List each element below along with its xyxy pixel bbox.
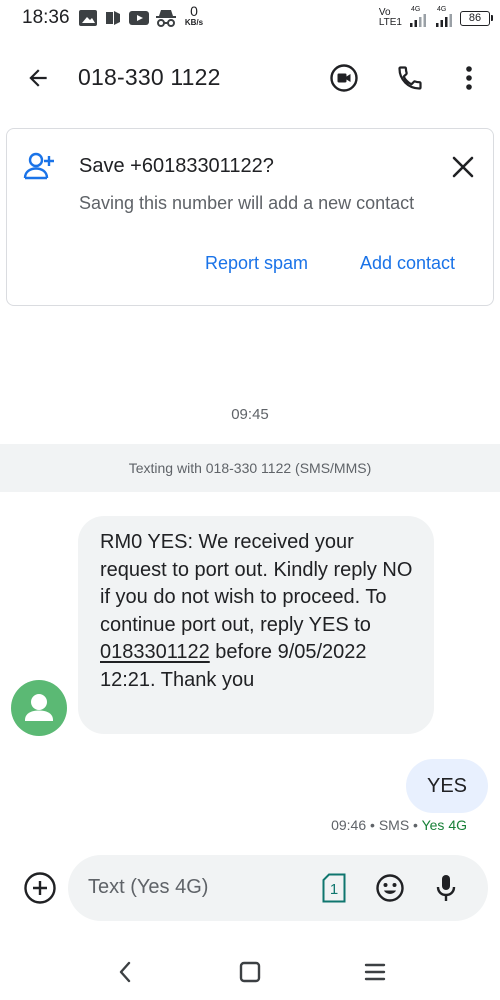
signal1-network-label: 4G bbox=[411, 6, 421, 13]
status-separator-2: • bbox=[409, 817, 422, 833]
save-contact-card: Save +60183301122? Saving this number wi… bbox=[6, 128, 494, 306]
network-speed-unit: KB/s bbox=[184, 18, 204, 27]
person-avatar-icon bbox=[25, 694, 53, 721]
signal2-network-label: 4G bbox=[437, 6, 447, 13]
outgoing-message-time: 09:46 bbox=[331, 817, 367, 833]
incognito-notification-icon bbox=[156, 10, 176, 27]
incoming-message-bubble[interactable]: RM0 YES: We received your request to por… bbox=[78, 516, 434, 734]
add-person-icon bbox=[23, 151, 57, 181]
outgoing-message-type: SMS bbox=[378, 817, 410, 833]
message-compose-field[interactable]: Text (Yes 4G) 1 bbox=[68, 855, 488, 921]
back-arrow-icon bbox=[29, 69, 47, 87]
sim-badge-number: 1 bbox=[330, 881, 338, 898]
nav-home-icon bbox=[239, 961, 261, 983]
signal-strength-sim1-icon: 4G bbox=[408, 6, 428, 29]
nav-home-button[interactable] bbox=[230, 952, 270, 992]
status-separator: • bbox=[366, 817, 379, 833]
volte-indicator: Vo LTE1 bbox=[379, 8, 402, 28]
more-options-button[interactable] bbox=[449, 58, 489, 98]
outgoing-message-status: 09:46 • SMS • Yes 4G bbox=[331, 817, 467, 833]
outgoing-message-bubble[interactable]: YES bbox=[406, 759, 488, 813]
nav-menu-icon bbox=[364, 963, 386, 981]
compose-placeholder: Text (Yes 4G) bbox=[88, 876, 209, 898]
nav-recents-button[interactable] bbox=[355, 952, 395, 992]
texting-mode-banner: Texting with 018-330 1122 (SMS/MMS) bbox=[0, 444, 500, 492]
messages-screen: 18:36 0 KB/s Vo LTE1 4G 4G 86 018-330 11… bbox=[0, 0, 500, 1000]
dismiss-card-button[interactable] bbox=[447, 151, 479, 183]
save-contact-subtitle: Saving this number will add a new contac… bbox=[79, 193, 415, 213]
save-contact-title: Save +60183301122? bbox=[79, 155, 274, 177]
battery-level: 86 bbox=[468, 11, 482, 24]
emoji-button[interactable] bbox=[372, 870, 408, 906]
youtube-notification-icon bbox=[129, 11, 149, 25]
sim-card-icon: 1 bbox=[322, 873, 346, 903]
microphone-icon bbox=[436, 875, 456, 901]
gallery-notification-icon bbox=[79, 10, 97, 26]
notification-icons bbox=[78, 7, 177, 29]
message-timestamp: 09:45 bbox=[231, 406, 269, 423]
system-status-icons: Vo LTE1 4G 4G 86 bbox=[379, 5, 493, 31]
status-time: 18:36 bbox=[22, 7, 70, 28]
outgoing-message-sim: Yes 4G bbox=[421, 817, 467, 833]
system-navigation-bar bbox=[0, 940, 500, 1000]
network-speed: 0 KB/s bbox=[181, 4, 207, 27]
back-button[interactable] bbox=[20, 60, 56, 96]
add-contact-button[interactable]: Add contact bbox=[360, 253, 455, 274]
volte-label-bottom: LTE1 bbox=[378, 17, 402, 28]
phone-icon bbox=[398, 66, 422, 90]
signal-strength-sim2-icon: 4G bbox=[434, 6, 454, 29]
app-notification-icon bbox=[106, 11, 120, 25]
conversation-title: 018-330 1122 bbox=[78, 64, 221, 90]
close-icon bbox=[452, 156, 474, 178]
network-speed-value: 0 bbox=[190, 3, 198, 19]
add-circle-icon bbox=[24, 872, 56, 904]
voice-input-button[interactable] bbox=[428, 870, 464, 906]
phone-call-button[interactable] bbox=[390, 58, 430, 98]
report-spam-button[interactable]: Report spam bbox=[205, 253, 308, 274]
phone-number-link[interactable]: 0183301122 bbox=[100, 641, 210, 663]
nav-back-icon bbox=[119, 961, 131, 983]
sender-avatar[interactable] bbox=[11, 680, 67, 736]
status-bar: 18:36 0 KB/s Vo LTE1 4G 4G 86 bbox=[0, 0, 500, 36]
battery-icon: 86 bbox=[460, 10, 493, 26]
video-call-button[interactable] bbox=[324, 58, 364, 98]
video-call-icon bbox=[330, 64, 358, 92]
sim-select-button[interactable]: 1 bbox=[316, 870, 352, 906]
outgoing-message-text: YES bbox=[426, 774, 468, 797]
more-vert-icon bbox=[466, 66, 472, 90]
incoming-message-text: RM0 YES: We received your request to por… bbox=[100, 531, 413, 636]
add-attachment-button[interactable] bbox=[22, 870, 58, 906]
conversation-app-bar: 018-330 1122 bbox=[0, 45, 500, 111]
nav-back-button[interactable] bbox=[105, 952, 145, 992]
emoji-icon bbox=[376, 874, 404, 902]
